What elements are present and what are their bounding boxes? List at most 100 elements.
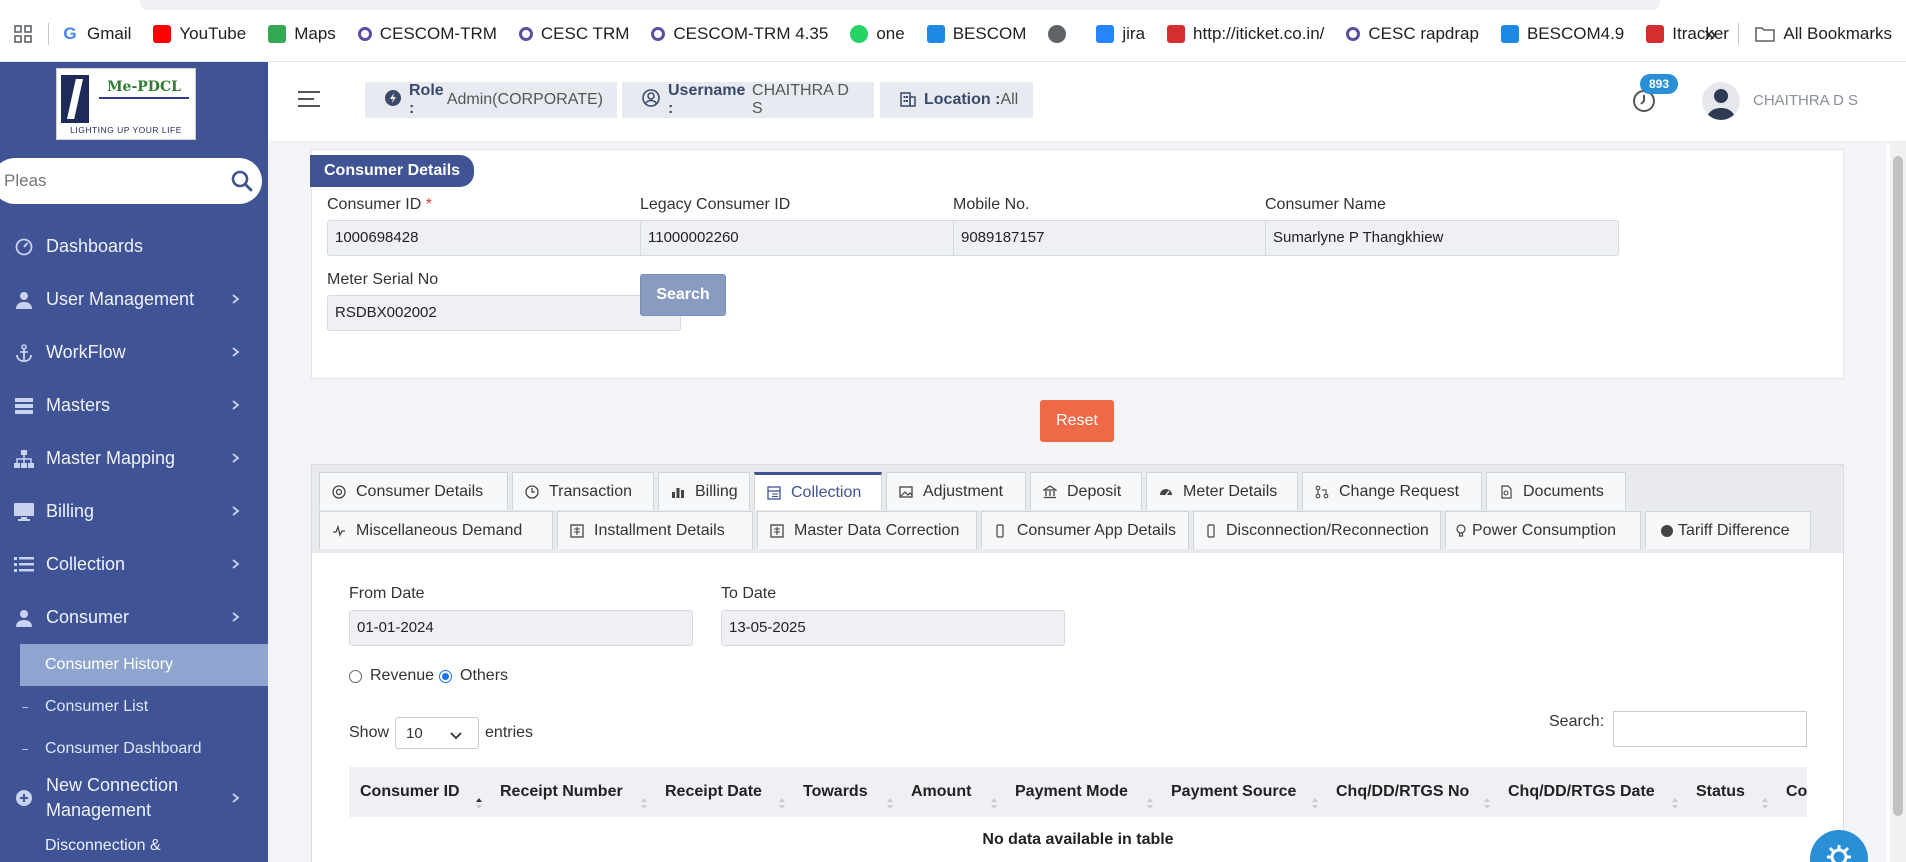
bookmark-item[interactable]: http://iticket.co.in/ xyxy=(1167,24,1324,44)
username-label: Username : xyxy=(668,82,746,117)
consumer-id-field[interactable]: 1000698428 xyxy=(327,220,681,256)
logo[interactable]: Me-PDCL LIGHTING UP YOUR LIFE xyxy=(56,68,196,140)
sidebar-item-user-management[interactable]: User Management xyxy=(0,273,268,326)
youtube-icon xyxy=(153,25,172,43)
consumer-name-label: Consumer Name xyxy=(1265,196,1386,213)
tab-master-data-correction[interactable]: Master Data Correction xyxy=(757,511,977,549)
radio-others-dot[interactable] xyxy=(439,669,452,683)
sidebar-item-label: Disconnection & xyxy=(45,837,161,854)
tab-change-request[interactable]: Change Request xyxy=(1302,472,1482,510)
radio-others[interactable]: Others xyxy=(439,667,508,685)
tab-power-consumption[interactable]: Power Consumption xyxy=(1445,511,1641,549)
table-search-input[interactable] xyxy=(1613,711,1807,747)
column-towards[interactable]: Towards xyxy=(792,767,900,817)
entries-select[interactable]: 10 xyxy=(395,717,480,749)
tab-consumer-details[interactable]: Consumer Details xyxy=(319,472,508,510)
bookmark-label: Maps xyxy=(294,24,336,43)
tab-miscellaneous-demand[interactable]: Miscellaneous Demand xyxy=(319,511,553,549)
meter-serial-field[interactable]: RSDBX002002 xyxy=(327,295,681,331)
tab-tariff-difference[interactable]: Tariff Difference xyxy=(1645,511,1811,549)
consumer-details-panel: Consumer Details Consumer ID * 100069842… xyxy=(310,149,1844,379)
sidebar-item-master-mapping[interactable]: Master Mapping xyxy=(0,432,268,485)
radio-revenue[interactable]: Revenue xyxy=(349,667,434,685)
radio-revenue-dot[interactable] xyxy=(349,669,362,683)
search-button[interactable]: Search xyxy=(640,274,726,316)
tab-billing[interactable]: Billing xyxy=(658,472,750,510)
sidebar: Me-PDCL LIGHTING UP YOUR LIFE Dashboards… xyxy=(0,62,268,862)
column-consumer-id[interactable]: Consumer ID xyxy=(349,767,489,817)
tab-disconnection-reconnection[interactable]: Disconnection/Reconnection xyxy=(1193,511,1441,549)
role-label: Role : xyxy=(409,82,444,117)
pulse-icon xyxy=(332,524,346,538)
bookmark-item[interactable]: BESCOM xyxy=(926,24,1026,44)
settings-gear-button[interactable] xyxy=(1810,830,1868,862)
column-payment-source[interactable]: Payment Source xyxy=(1160,767,1325,817)
sidebar-item-workflow[interactable]: WorkFlow xyxy=(0,326,268,379)
bookmarks-more-chevron-icon[interactable]: » xyxy=(1704,21,1716,47)
column-receipt-number[interactable]: Receipt Number xyxy=(489,767,654,817)
user-icon xyxy=(14,290,34,310)
tab-transaction[interactable]: Transaction xyxy=(512,472,654,510)
column-status[interactable]: Status xyxy=(1685,767,1775,817)
from-date-field[interactable]: 01-01-2024 xyxy=(349,610,693,646)
scrollbar-thumb[interactable] xyxy=(1893,156,1903,816)
bookmark-item[interactable]: CESCOM-TRM 4.35 xyxy=(651,24,828,44)
hamburger-menu-icon[interactable] xyxy=(298,90,320,108)
tab-meter-details[interactable]: Meter Details xyxy=(1146,472,1298,510)
column-amount[interactable]: Amount xyxy=(900,767,1004,817)
bookmark-item[interactable]: Maps xyxy=(268,24,336,44)
sidebar-item-collection[interactable]: Collection xyxy=(0,538,268,591)
sidebar-item-label: WorkFlow xyxy=(46,342,126,362)
tab-deposit[interactable]: Deposit xyxy=(1030,472,1142,510)
maps-icon xyxy=(268,25,287,43)
column-chq-date[interactable]: Chq/DD/RTGS Date xyxy=(1497,767,1685,817)
apps-grid-icon[interactable] xyxy=(8,25,38,43)
mobile-field[interactable]: 9089187157 xyxy=(953,220,1307,256)
bookmark-item[interactable]: CESC TRM xyxy=(518,24,629,44)
sidebar-subitem-consumer-dashboard[interactable]: Consumer Dashboard xyxy=(0,728,268,770)
monitor-icon xyxy=(14,502,34,522)
sidebar-item-dashboards[interactable]: Dashboards xyxy=(0,220,268,273)
sidebar-item-billing[interactable]: Billing xyxy=(0,485,268,538)
sidebar-item-disconnection[interactable]: Disconnection & xyxy=(0,826,268,862)
sidebar-subitem-consumer-history[interactable]: Consumer History xyxy=(20,644,268,686)
sidebar-subitem-consumer-list[interactable]: Consumer List xyxy=(0,686,268,728)
chevron-down-icon xyxy=(450,728,462,740)
tab-adjustment[interactable]: Adjustment xyxy=(886,472,1026,510)
consumer-name-field[interactable]: Sumarlyne P Thangkhiew xyxy=(1265,220,1619,256)
column-chq-no[interactable]: Chq/DD/RTGS No xyxy=(1325,767,1497,817)
column-receipt-date[interactable]: Receipt Date xyxy=(654,767,792,817)
tab-documents[interactable]: Documents xyxy=(1486,472,1626,510)
tab-consumer-app-details[interactable]: Consumer App Details xyxy=(981,511,1189,549)
document-icon xyxy=(1499,484,1513,499)
bookmark-item[interactable]: YouTube xyxy=(153,24,246,44)
sidebar-item-new-connection[interactable]: New Connection Management xyxy=(0,770,268,826)
to-date-field[interactable]: 13-05-2025 xyxy=(721,610,1065,646)
column-co[interactable]: Co xyxy=(1775,767,1807,817)
sidebar-item-label: Dashboards xyxy=(46,236,144,256)
sort-icon xyxy=(1761,783,1769,809)
legacy-id-field[interactable]: 11000002260 xyxy=(640,220,994,256)
tab-collection[interactable]: Collection xyxy=(754,472,882,510)
bookmark-item[interactable] xyxy=(1048,25,1074,43)
sidebar-item-consumer[interactable]: Consumer xyxy=(0,591,268,644)
reset-button[interactable]: Reset xyxy=(1040,400,1114,442)
tab-installment-details[interactable]: Installment Details xyxy=(557,511,753,549)
sidebar-item-masters[interactable]: Masters xyxy=(0,379,268,432)
avatar[interactable] xyxy=(1702,82,1740,120)
user-name[interactable]: CHAITHRA D S xyxy=(1753,92,1858,109)
location-value: All xyxy=(1000,91,1019,108)
bookmark-item[interactable]: jira xyxy=(1096,24,1145,44)
sidebar-search-input[interactable] xyxy=(4,171,204,191)
search-icon[interactable] xyxy=(230,169,254,193)
bookmark-item[interactable]: CESC rapdrap xyxy=(1346,24,1479,44)
page-scrollbar[interactable] xyxy=(1890,142,1906,862)
bookmark-item[interactable]: G Gmail xyxy=(61,24,131,44)
column-payment-mode[interactable]: Payment Mode xyxy=(1004,767,1160,817)
folder-icon xyxy=(1755,26,1776,42)
all-bookmarks-button[interactable]: All Bookmarks xyxy=(1783,24,1892,44)
bookmark-item[interactable]: one xyxy=(850,24,905,44)
bookmark-item[interactable]: BESCOM4.9 xyxy=(1500,24,1624,44)
cescom-icon xyxy=(1346,27,1361,41)
bookmark-item[interactable]: CESCOM-TRM xyxy=(357,24,497,44)
